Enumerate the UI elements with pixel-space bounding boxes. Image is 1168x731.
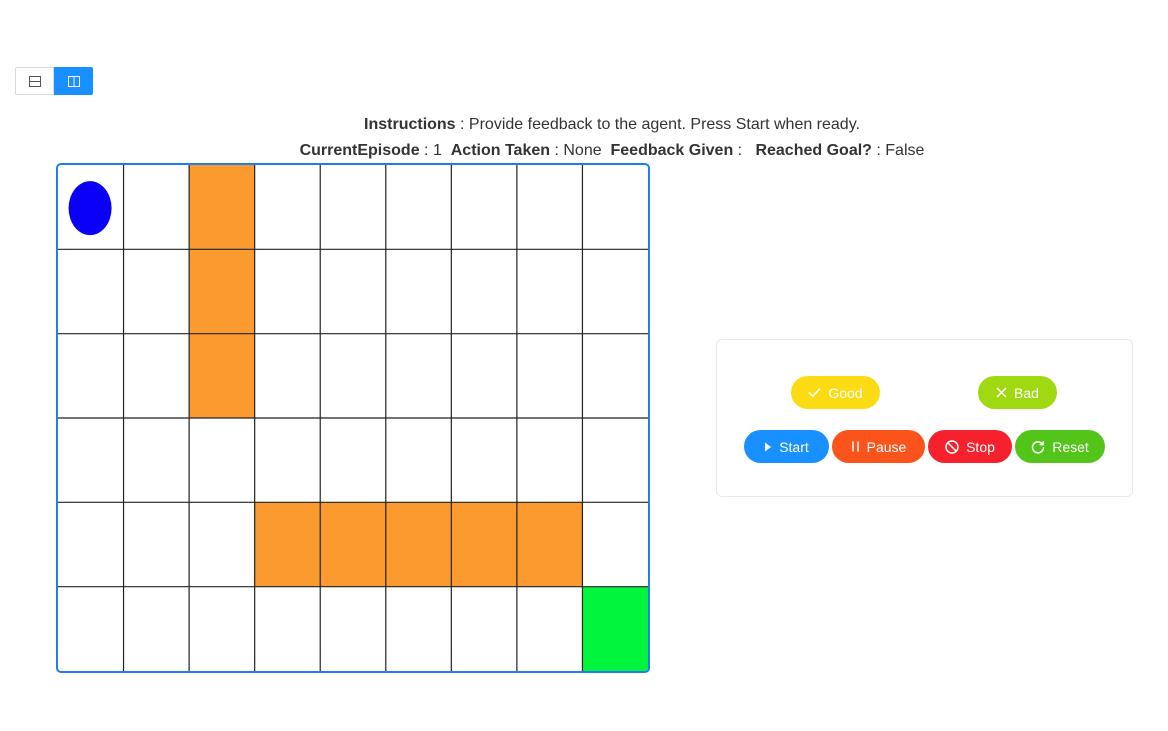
reset-button[interactable]: Reset xyxy=(1015,430,1105,463)
rows-layout-button[interactable] xyxy=(15,67,54,95)
bad-button-label: Bad xyxy=(1014,384,1039,401)
start-button[interactable]: Start xyxy=(744,430,829,463)
goal-label: Reached Goal? xyxy=(755,142,872,159)
columns-layout-icon xyxy=(67,75,80,87)
stop-button-label: Stop xyxy=(966,438,995,455)
obstacle-cell xyxy=(516,502,583,587)
instructions-text: Provide feedback to the agent. Press Sta… xyxy=(468,116,860,133)
reset-icon xyxy=(1032,440,1045,454)
obstacle-cell xyxy=(254,502,321,587)
layout-toggle xyxy=(15,67,93,95)
rows-layout-icon xyxy=(28,75,41,87)
obstacle-cell xyxy=(451,502,517,587)
action-label: Action Taken xyxy=(450,142,551,159)
feedback-label: Feedback Given xyxy=(610,142,734,159)
columns-layout-button[interactable] xyxy=(54,67,93,95)
episode-label: CurrentEpisode xyxy=(299,142,420,159)
status-line: CurrentEpisode : 1 Action Taken : None F… xyxy=(299,142,925,159)
check-icon xyxy=(808,387,821,398)
pause-button[interactable]: Pause xyxy=(832,430,925,463)
close-icon xyxy=(996,387,1007,398)
pause-button-label: Pause xyxy=(866,438,907,455)
action-value: None xyxy=(563,142,602,159)
instructions-separator: : xyxy=(455,116,469,133)
obstacle-cell xyxy=(189,249,255,334)
instructions-line: Instructions : Provide feedback to the a… xyxy=(0,116,1168,134)
good-button-label: Good xyxy=(828,384,863,401)
gridworld-canvas xyxy=(58,165,648,671)
goal-value: False xyxy=(885,142,925,159)
stop-icon xyxy=(945,439,959,454)
play-icon xyxy=(765,442,772,451)
obstacle-cell xyxy=(385,502,452,587)
obstacle-cell xyxy=(189,333,255,418)
reset-button-label: Reset xyxy=(1052,438,1089,455)
feedback-control-panel: Good Bad Start Pause Stop Reset xyxy=(716,339,1133,497)
obstacle-cell xyxy=(320,502,386,587)
instructions-label: Instructions xyxy=(364,116,456,133)
good-button[interactable]: Good xyxy=(791,376,880,409)
bad-button[interactable]: Bad xyxy=(978,376,1057,409)
gridworld-board xyxy=(56,163,650,673)
stop-button[interactable]: Stop xyxy=(928,430,1012,463)
agent-marker xyxy=(68,181,112,236)
episode-value: 1 xyxy=(432,142,442,159)
goal-cell xyxy=(582,586,648,671)
start-button-label: Start xyxy=(779,438,809,455)
obstacle-cell xyxy=(189,165,255,250)
pause-icon xyxy=(851,441,859,452)
